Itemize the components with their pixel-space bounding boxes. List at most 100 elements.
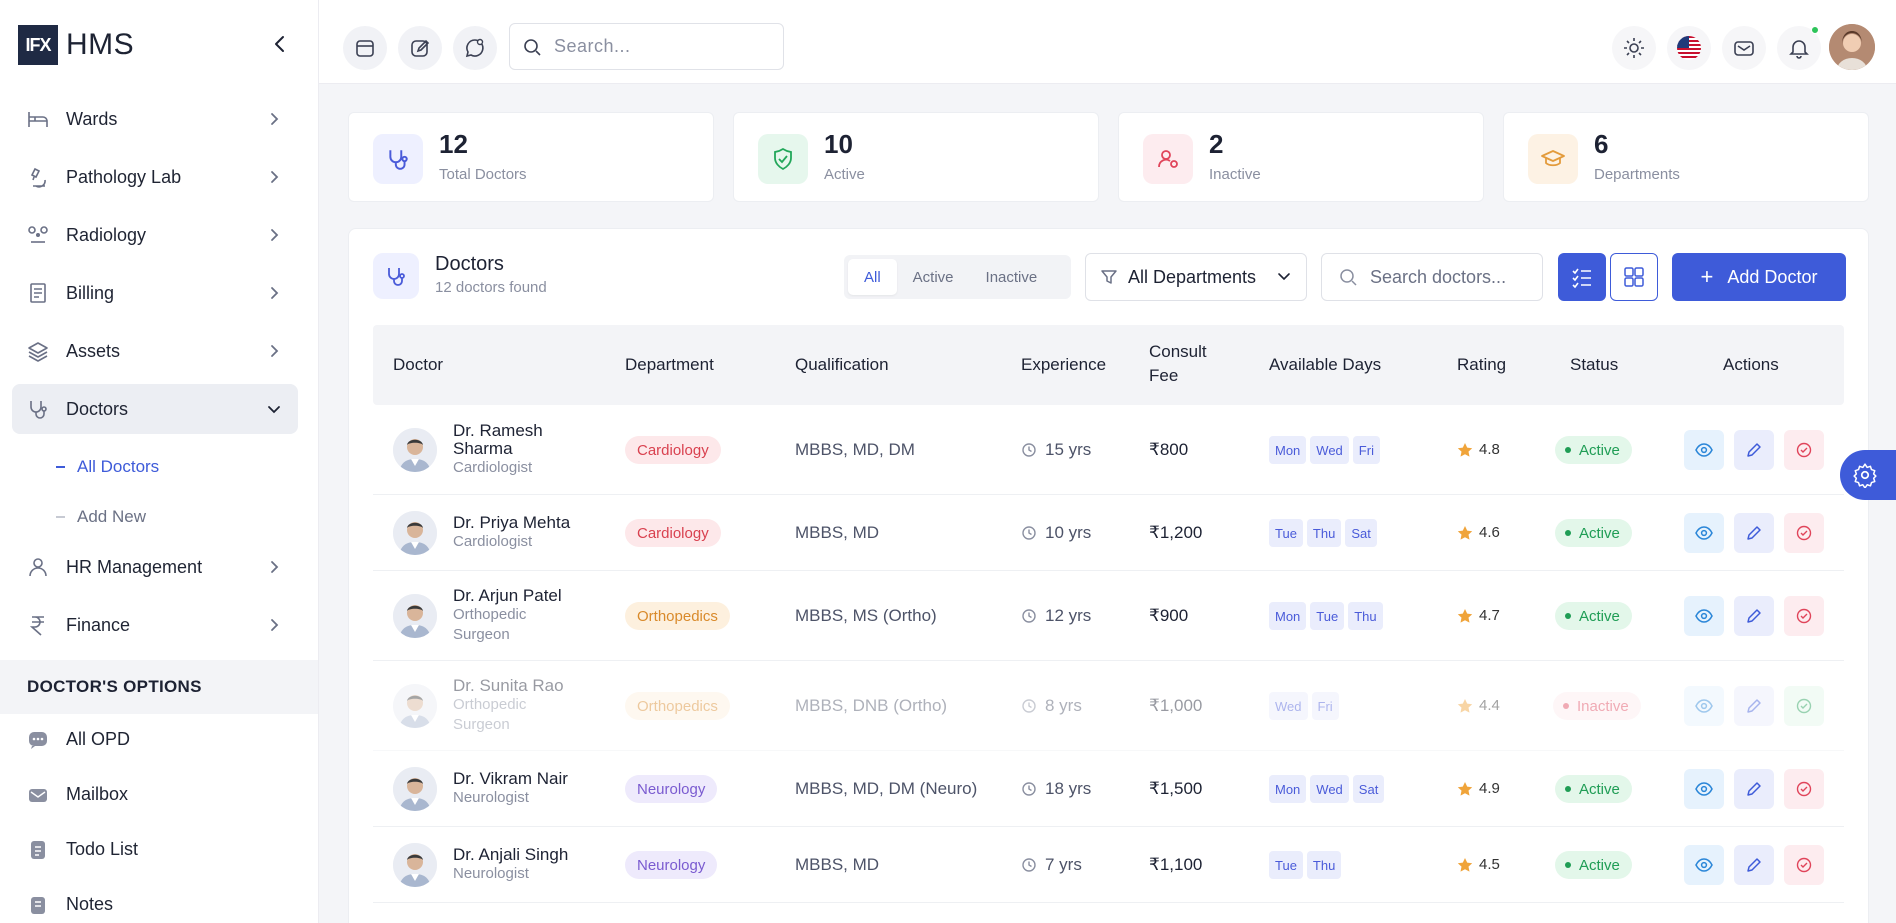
table-row[interactable]: Dr. Ramesh Sharma Cardiologist Cardiolog… xyxy=(373,405,1844,495)
table-row[interactable]: Dr. Sunita Rao Orthopedic Surgeon Orthop… xyxy=(373,661,1844,751)
view-button[interactable] xyxy=(1684,596,1724,636)
status-cell: Active xyxy=(1555,436,1632,464)
add-doctor-label: Add Doctor xyxy=(1727,266,1818,287)
doctor-name[interactable]: Dr. Anjali Singh xyxy=(453,846,568,864)
filter-tab-inactive[interactable]: Inactive xyxy=(970,259,1054,295)
doctors-panel: Doctors 12 doctors found All Active Inac… xyxy=(348,228,1869,923)
sidebar-subitem-all-doctors[interactable]: All Doctors xyxy=(12,442,298,492)
deactivate-button[interactable] xyxy=(1784,845,1824,885)
sidebar-item-finance[interactable]: Finance xyxy=(12,600,298,650)
view-button[interactable] xyxy=(1684,513,1724,553)
view-button[interactable] xyxy=(1684,845,1724,885)
filter-icon xyxy=(1101,270,1117,284)
deactivate-button[interactable] xyxy=(1784,430,1824,470)
eye-icon xyxy=(1695,443,1713,457)
col-available-days: Available Days xyxy=(1269,355,1382,374)
status-cell: Active xyxy=(1555,775,1632,803)
pencil-icon xyxy=(1747,609,1761,623)
col-consult-fee-line1: Consult xyxy=(1149,342,1207,361)
edit-button[interactable] xyxy=(1734,686,1774,726)
sidebar-item-mailbox[interactable]: Mailbox xyxy=(12,771,298,818)
doctor-name[interactable]: Dr. Arjun Patel xyxy=(453,587,562,605)
doctor-name[interactable]: Dr. Ramesh xyxy=(453,422,543,440)
deactivate-button[interactable] xyxy=(1784,769,1824,809)
table-row[interactable]: Dr. Anjali Singh Neurologist Neurology M… xyxy=(373,827,1844,903)
department-badge: Orthopedics xyxy=(625,692,730,720)
avatar[interactable] xyxy=(1829,24,1875,70)
search-input[interactable] xyxy=(554,36,754,57)
settings-fab[interactable] xyxy=(1840,450,1896,500)
rating-value: 4.6 xyxy=(1479,524,1500,541)
sidebar-item-todo-list[interactable]: Todo List xyxy=(12,826,298,873)
consult-fee: ₹900 xyxy=(1149,606,1189,625)
status-label: Active xyxy=(1579,856,1620,874)
rating: 4.7 xyxy=(1457,607,1500,624)
shield-check-icon xyxy=(758,134,808,184)
doctor-specialty: Orthopedic xyxy=(453,696,527,713)
calendar-icon xyxy=(356,40,374,57)
experience: 18 yrs xyxy=(1021,779,1091,799)
doctor-name[interactable]: Dr. Priya Mehta xyxy=(453,514,570,532)
available-days: Mon Tue Thu xyxy=(1269,602,1383,630)
sidebar-item-wards[interactable]: Wards xyxy=(12,94,298,144)
filter-tab-active[interactable]: Active xyxy=(897,259,970,295)
edit-button[interactable] xyxy=(398,26,442,70)
activate-button[interactable] xyxy=(1784,686,1824,726)
deactivate-button[interactable] xyxy=(1784,596,1824,636)
sidebar-item-assets[interactable]: Assets xyxy=(12,326,298,376)
edit-button[interactable] xyxy=(1734,513,1774,553)
table-row[interactable]: Dr. Vikram Nair Neurologist Neurology MB… xyxy=(373,751,1844,827)
language-button[interactable] xyxy=(1667,26,1711,70)
notifications-button[interactable] xyxy=(1777,26,1821,70)
doctor-search[interactable] xyxy=(1321,253,1543,301)
view-button[interactable] xyxy=(1684,686,1724,726)
department-select[interactable]: All Departments xyxy=(1085,253,1307,301)
sidebar-item-billing[interactable]: Billing xyxy=(12,268,298,318)
doctor-name[interactable]: Dr. Sunita Rao xyxy=(453,677,564,695)
doctor-search-input[interactable] xyxy=(1370,266,1530,288)
rating-value: 4.5 xyxy=(1479,856,1500,873)
calendar-button[interactable] xyxy=(343,26,387,70)
experience: 15 yrs xyxy=(1021,440,1091,460)
filter-tab-all[interactable]: All xyxy=(848,259,897,295)
search-icon xyxy=(1340,269,1357,286)
edit-button[interactable] xyxy=(1734,845,1774,885)
edit-button[interactable] xyxy=(1734,769,1774,809)
list-view-button[interactable] xyxy=(1558,253,1606,301)
sidebar-item-radiology[interactable]: Radiology xyxy=(12,210,298,260)
col-consult-fee-line2: Fee xyxy=(1149,366,1179,385)
view-button[interactable] xyxy=(1684,769,1724,809)
grid-view-button[interactable] xyxy=(1610,253,1658,301)
sidebar-subitem-add-new[interactable]: Add New xyxy=(12,492,298,542)
consult-fee: ₹1,500 xyxy=(1149,779,1203,798)
theme-toggle-button[interactable] xyxy=(1612,26,1656,70)
edit-button[interactable] xyxy=(1734,596,1774,636)
inbox-button[interactable] xyxy=(1722,26,1766,70)
view-button[interactable] xyxy=(1684,430,1724,470)
col-rating: Rating xyxy=(1457,355,1507,374)
clock-icon xyxy=(1022,858,1036,872)
deactivate-button[interactable] xyxy=(1784,513,1824,553)
table-row[interactable]: Dr. Arjun Patel Orthopedic Surgeon Ortho… xyxy=(373,571,1844,661)
sidebar-item-doctors[interactable]: Doctors xyxy=(12,384,298,434)
available-days: Mon Wed Sat xyxy=(1269,775,1385,803)
global-search[interactable] xyxy=(509,23,784,70)
sidebar-item-pathology-lab[interactable]: Pathology Lab xyxy=(12,152,298,202)
sidebar-item-notes[interactable]: Notes xyxy=(12,881,298,923)
day-chip: Wed xyxy=(1310,775,1349,803)
edit-button[interactable] xyxy=(1734,430,1774,470)
messages-button[interactable] xyxy=(453,26,497,70)
brand[interactable]: IFX HMS xyxy=(18,24,134,66)
list-check-icon xyxy=(1572,268,1591,289)
add-doctor-button[interactable]: + Add Doctor xyxy=(1672,253,1846,301)
status-badge: Active xyxy=(1555,436,1632,464)
table-row[interactable]: Dr. Priya Mehta Cardiologist Cardiology … xyxy=(373,495,1844,571)
available-days: Tue Thu Sat xyxy=(1269,519,1377,547)
doctor-avatar xyxy=(393,511,437,555)
doctor-name[interactable]: Dr. Vikram Nair xyxy=(453,770,568,788)
sidebar-item-all-opd[interactable]: All OPD xyxy=(12,716,298,763)
collapse-sidebar-button[interactable] xyxy=(268,32,292,56)
stat-card-total-doctors: 12 Total Doctors xyxy=(348,112,714,202)
sidebar-item-label: Mailbox xyxy=(66,784,129,804)
sidebar-item-hr-management[interactable]: HR Management xyxy=(12,542,298,592)
